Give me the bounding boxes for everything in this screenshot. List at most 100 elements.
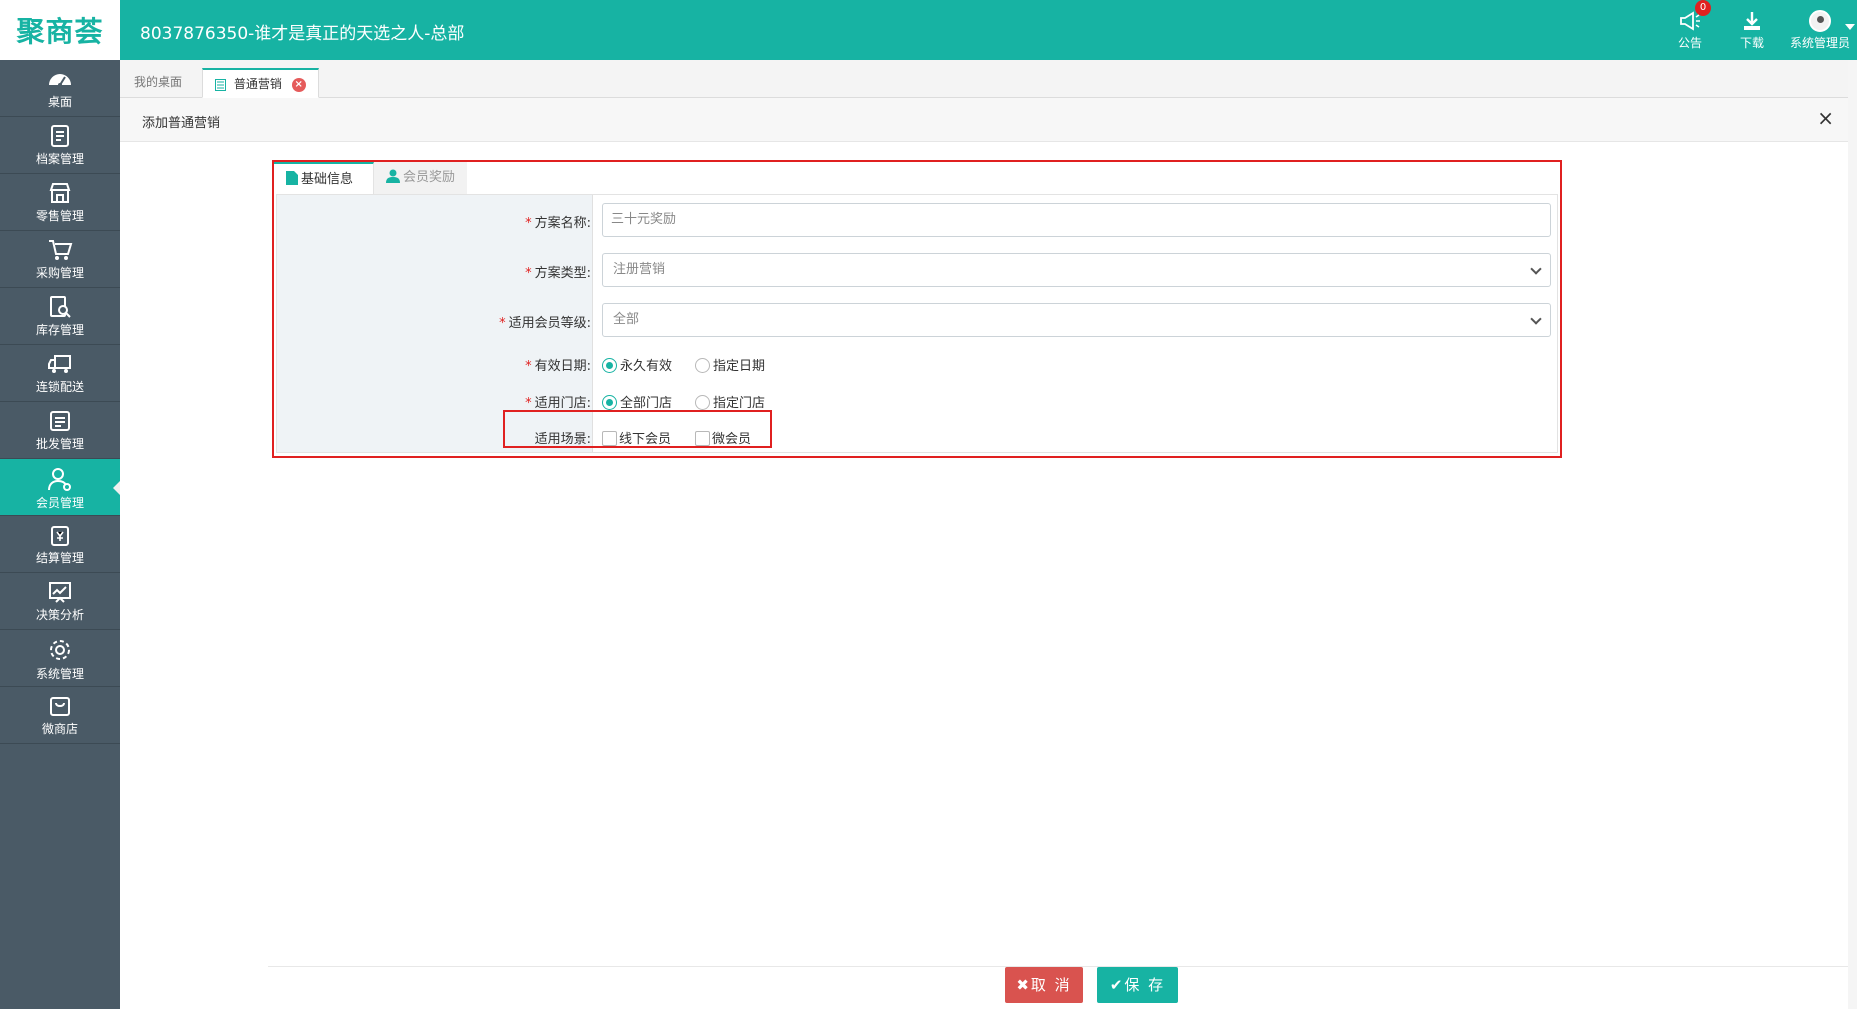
inventory-search-icon bbox=[50, 296, 71, 318]
radio-permanent[interactable]: 永久有效 bbox=[602, 355, 672, 374]
field-label: * 方案名称: bbox=[525, 212, 591, 231]
sidebar-item-wholesale[interactable]: 批发管理 bbox=[0, 402, 120, 459]
plan-type-select[interactable]: 注册营销 bbox=[602, 253, 1551, 287]
notice-button[interactable]: 0 公告 bbox=[1659, 0, 1721, 51]
gear-icon bbox=[50, 640, 70, 660]
sidebar-item-label: 决策分析 bbox=[35, 608, 84, 622]
logo: 聚商荟 bbox=[0, 0, 120, 60]
label-text: 方案类型: bbox=[534, 266, 591, 281]
tab-label: 基础信息 bbox=[301, 172, 354, 187]
plan-name-input[interactable]: 三十元奖励 bbox=[602, 203, 1551, 237]
form-body: * 方案名称: 三十元奖励 * 方案类型: 注册营销 * 适用会员等级: 全部 * 有效… bbox=[276, 194, 1558, 453]
tab-label: 会员奖励 bbox=[403, 170, 456, 185]
sidebar-item-label: 会员管理 bbox=[35, 496, 84, 510]
radio-unchecked bbox=[695, 358, 710, 373]
check-icon: ✔ bbox=[1109, 976, 1125, 994]
save-button[interactable]: ✔保 存 bbox=[1097, 967, 1178, 1003]
field-label: * 适用门店: bbox=[525, 392, 591, 411]
document-icon bbox=[286, 171, 298, 185]
sidebar-item-analysis[interactable]: 决策分析 bbox=[0, 573, 120, 630]
sidebar-item-retail[interactable]: 零售管理 bbox=[0, 174, 120, 231]
scrollbar[interactable] bbox=[1848, 60, 1857, 1009]
button-label: 保 存 bbox=[1124, 976, 1166, 994]
option-label: 指定日期 bbox=[713, 359, 766, 374]
user-icon bbox=[386, 169, 400, 183]
user-label: 系统管理员 bbox=[1789, 35, 1850, 50]
sidebar-item-member[interactable]: 会员管理 bbox=[0, 459, 120, 516]
selected-value: 注册营销 bbox=[613, 262, 666, 277]
company-name: 8037876350-谁才是真正的天选之人-总部 bbox=[140, 24, 465, 44]
download-icon bbox=[1744, 11, 1760, 30]
notice-label: 公告 bbox=[1677, 35, 1702, 50]
sidebar-item-desktop[interactable]: 桌面 bbox=[0, 60, 120, 117]
required-mark: * bbox=[499, 316, 506, 331]
store-icon bbox=[49, 183, 71, 203]
radio-all-stores[interactable]: 全部门店 bbox=[602, 392, 672, 411]
sidebar-item-distribution[interactable]: 连锁配送 bbox=[0, 345, 120, 402]
tab-close-icon[interactable]: × bbox=[291, 77, 306, 92]
option-label: 指定门店 bbox=[713, 396, 766, 411]
sidebar: 桌面 档案管理 零售管理 采购管理 库存管理 连锁配送 批发管理 会员管理 结算… bbox=[0, 60, 120, 1009]
window-header: 添加普通营销 × bbox=[120, 98, 1848, 142]
chevron-down-icon bbox=[1530, 263, 1542, 275]
label-text: 适用门店: bbox=[534, 396, 591, 411]
sidebar-item-archive[interactable]: 档案管理 bbox=[0, 117, 120, 174]
required-mark: * bbox=[525, 396, 532, 411]
truck-icon bbox=[48, 355, 71, 373]
tab-basic-info[interactable]: 基础信息 bbox=[274, 162, 374, 194]
radio-checked bbox=[602, 395, 617, 410]
field-label: * 有效日期: bbox=[525, 355, 591, 374]
sidebar-item-inventory[interactable]: 库存管理 bbox=[0, 288, 120, 345]
settlement-icon bbox=[51, 526, 69, 546]
dashboard-icon bbox=[49, 74, 71, 87]
bag-icon bbox=[50, 697, 70, 716]
tab-my-desktop[interactable]: 我的桌面 bbox=[122, 68, 194, 98]
cart-icon bbox=[49, 240, 73, 260]
form-panel: 基础信息 会员奖励 * 方案名称: 三十元奖励 * 方案类型: 注册营销 * 适用会员… bbox=[272, 160, 1562, 458]
sidebar-item-system[interactable]: 系统管理 bbox=[0, 630, 120, 687]
page-tab-strip: 我的桌面 普通营销 × bbox=[120, 60, 1857, 98]
chevron-down-icon bbox=[1845, 23, 1855, 30]
tab-member-reward[interactable]: 会员奖励 bbox=[374, 162, 468, 194]
selected-value: 全部 bbox=[613, 312, 640, 327]
form-tabs: 基础信息 会员奖励 bbox=[274, 162, 1560, 194]
button-label: 取 消 bbox=[1030, 976, 1072, 994]
sidebar-item-label: 桌面 bbox=[47, 95, 72, 109]
sidebar-item-microstore[interactable]: 微商店 bbox=[0, 687, 120, 744]
tab-label: 普通营销 bbox=[233, 77, 282, 91]
field-label: * 适用会员等级: bbox=[499, 312, 591, 331]
sidebar-item-label: 批发管理 bbox=[35, 437, 84, 451]
radio-specified-stores[interactable]: 指定门店 bbox=[695, 392, 765, 411]
tab-general-marketing[interactable]: 普通营销 × bbox=[202, 68, 319, 98]
sidebar-item-label: 库存管理 bbox=[35, 323, 84, 337]
label-text: 有效日期: bbox=[534, 359, 591, 374]
label-text: 适用会员等级: bbox=[508, 316, 591, 331]
cancel-button[interactable]: ✖取 消 bbox=[1005, 967, 1083, 1003]
close-icon[interactable]: × bbox=[1817, 108, 1834, 128]
member-level-select[interactable]: 全部 bbox=[602, 303, 1551, 337]
sidebar-item-label: 连锁配送 bbox=[35, 380, 84, 394]
download-button[interactable]: 下载 bbox=[1721, 10, 1783, 51]
sidebar-item-label: 采购管理 bbox=[35, 266, 84, 280]
sidebar-item-label: 档案管理 bbox=[35, 152, 84, 166]
top-bar: 聚商荟 8037876350-谁才是真正的天选之人-总部 0 公告 下载 系统管… bbox=[0, 0, 1857, 60]
user-menu[interactable]: 系统管理员 bbox=[1783, 9, 1857, 51]
window-title: 添加普通营销 bbox=[142, 116, 221, 131]
sidebar-item-settlement[interactable]: 结算管理 bbox=[0, 516, 120, 573]
x-icon: ✖ bbox=[1016, 976, 1031, 994]
radio-specified-date[interactable]: 指定日期 bbox=[695, 355, 765, 374]
chart-icon bbox=[49, 582, 71, 603]
notice-badge: 0 bbox=[1695, 0, 1711, 16]
sidebar-item-purchase[interactable]: 采购管理 bbox=[0, 231, 120, 288]
radio-unchecked bbox=[695, 395, 710, 410]
sidebar-item-label: 微商店 bbox=[41, 722, 78, 736]
chevron-down-icon bbox=[1530, 313, 1542, 325]
member-icon bbox=[48, 468, 71, 491]
field-label: * 方案类型: bbox=[525, 262, 591, 281]
required-mark: * bbox=[525, 359, 532, 374]
required-mark: * bbox=[525, 216, 532, 231]
radio-checked bbox=[602, 358, 617, 373]
sidebar-item-label: 零售管理 bbox=[35, 209, 84, 223]
wholesale-icon bbox=[50, 411, 70, 431]
sidebar-item-label: 系统管理 bbox=[35, 667, 84, 681]
